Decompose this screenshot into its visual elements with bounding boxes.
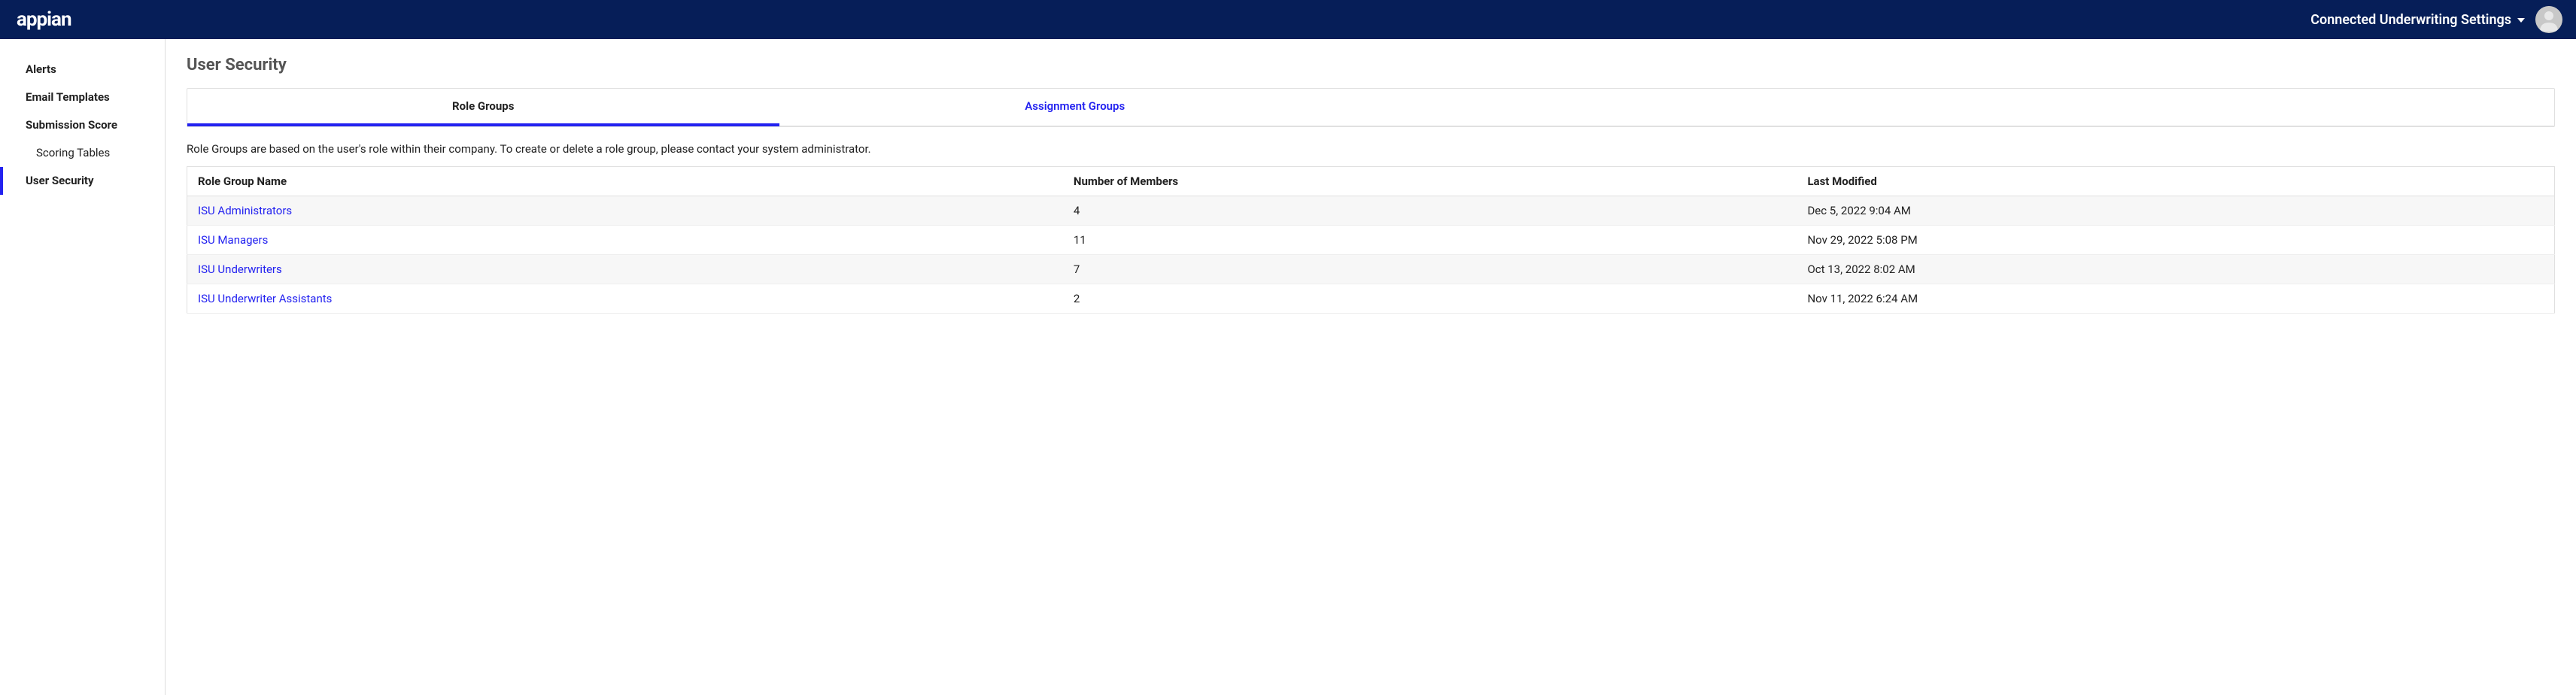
sidebar-item-label: Email Templates <box>26 90 110 104</box>
cell-members: 7 <box>1063 255 1797 284</box>
tab-label: Assignment Groups <box>1025 99 1125 113</box>
sidebar-item-alerts[interactable]: Alerts <box>0 56 165 83</box>
tab-assignment-groups[interactable]: Assignment Groups <box>779 89 1372 126</box>
logo-text: appian <box>17 8 71 31</box>
cell-modified: Nov 11, 2022 6:24 AM <box>1797 284 2554 314</box>
tabs: Role Groups Assignment Groups <box>187 89 2554 126</box>
cell-members: 4 <box>1063 196 1797 226</box>
role-group-link[interactable]: ISU Underwriters <box>198 263 282 276</box>
tab-role-groups[interactable]: Role Groups <box>187 89 779 126</box>
cell-modified: Nov 29, 2022 5:08 PM <box>1797 226 2554 255</box>
header-number-of-members[interactable]: Number of Members <box>1063 167 1797 196</box>
cell-modified: Dec 5, 2022 9:04 AM <box>1797 196 2554 226</box>
avatar[interactable] <box>2535 6 2562 33</box>
header-role-group-name[interactable]: Role Group Name <box>187 167 1063 196</box>
cell-members: 11 <box>1063 226 1797 255</box>
sidebar-item-label: Submission Score <box>26 118 117 132</box>
sidebar-item-label: Scoring Tables <box>36 146 110 159</box>
table-row: ISU Managers 11 Nov 29, 2022 5:08 PM <box>187 226 2555 255</box>
role-groups-table: Role Group Name Number of Members Last M… <box>187 166 2555 314</box>
sidebar-item-email-templates[interactable]: Email Templates <box>0 83 165 111</box>
role-group-link[interactable]: ISU Underwriter Assistants <box>198 292 332 305</box>
table-header-row: Role Group Name Number of Members Last M… <box>187 167 2555 196</box>
user-icon <box>2535 6 2562 33</box>
sidebar-item-user-security[interactable]: User Security <box>0 167 165 195</box>
header-right: Connected Underwriting Settings <box>2310 6 2562 33</box>
sidebar-item-submission-score[interactable]: Submission Score <box>0 111 165 139</box>
settings-dropdown-label: Connected Underwriting Settings <box>2310 12 2511 28</box>
logo: appian <box>17 8 71 31</box>
page-title: User Security <box>187 56 2555 74</box>
main-layout: Alerts Email Templates Submission Score … <box>0 39 2576 695</box>
settings-dropdown[interactable]: Connected Underwriting Settings <box>2310 12 2525 28</box>
content: User Security Role Groups Assignment Gro… <box>166 39 2576 695</box>
role-group-link[interactable]: ISU Administrators <box>198 204 292 217</box>
caret-down-icon <box>2517 18 2525 23</box>
cell-modified: Oct 13, 2022 8:02 AM <box>1797 255 2554 284</box>
tabs-container: Role Groups Assignment Groups <box>187 88 2555 127</box>
header-last-modified[interactable]: Last Modified <box>1797 167 2554 196</box>
table-row: ISU Underwriters 7 Oct 13, 2022 8:02 AM <box>187 255 2555 284</box>
description-text: Role Groups are based on the user's role… <box>187 142 2555 156</box>
role-group-link[interactable]: ISU Managers <box>198 233 268 247</box>
sidebar-item-label: Alerts <box>26 62 56 76</box>
table-row: ISU Underwriter Assistants 2 Nov 11, 202… <box>187 284 2555 314</box>
tab-label: Role Groups <box>452 99 514 113</box>
table-row: ISU Administrators 4 Dec 5, 2022 9:04 AM <box>187 196 2555 226</box>
sidebar-item-scoring-tables[interactable]: Scoring Tables <box>0 139 165 167</box>
sidebar-item-label: User Security <box>26 174 94 187</box>
app-header: appian Connected Underwriting Settings <box>0 0 2576 39</box>
sidebar: Alerts Email Templates Submission Score … <box>0 39 166 695</box>
cell-members: 2 <box>1063 284 1797 314</box>
